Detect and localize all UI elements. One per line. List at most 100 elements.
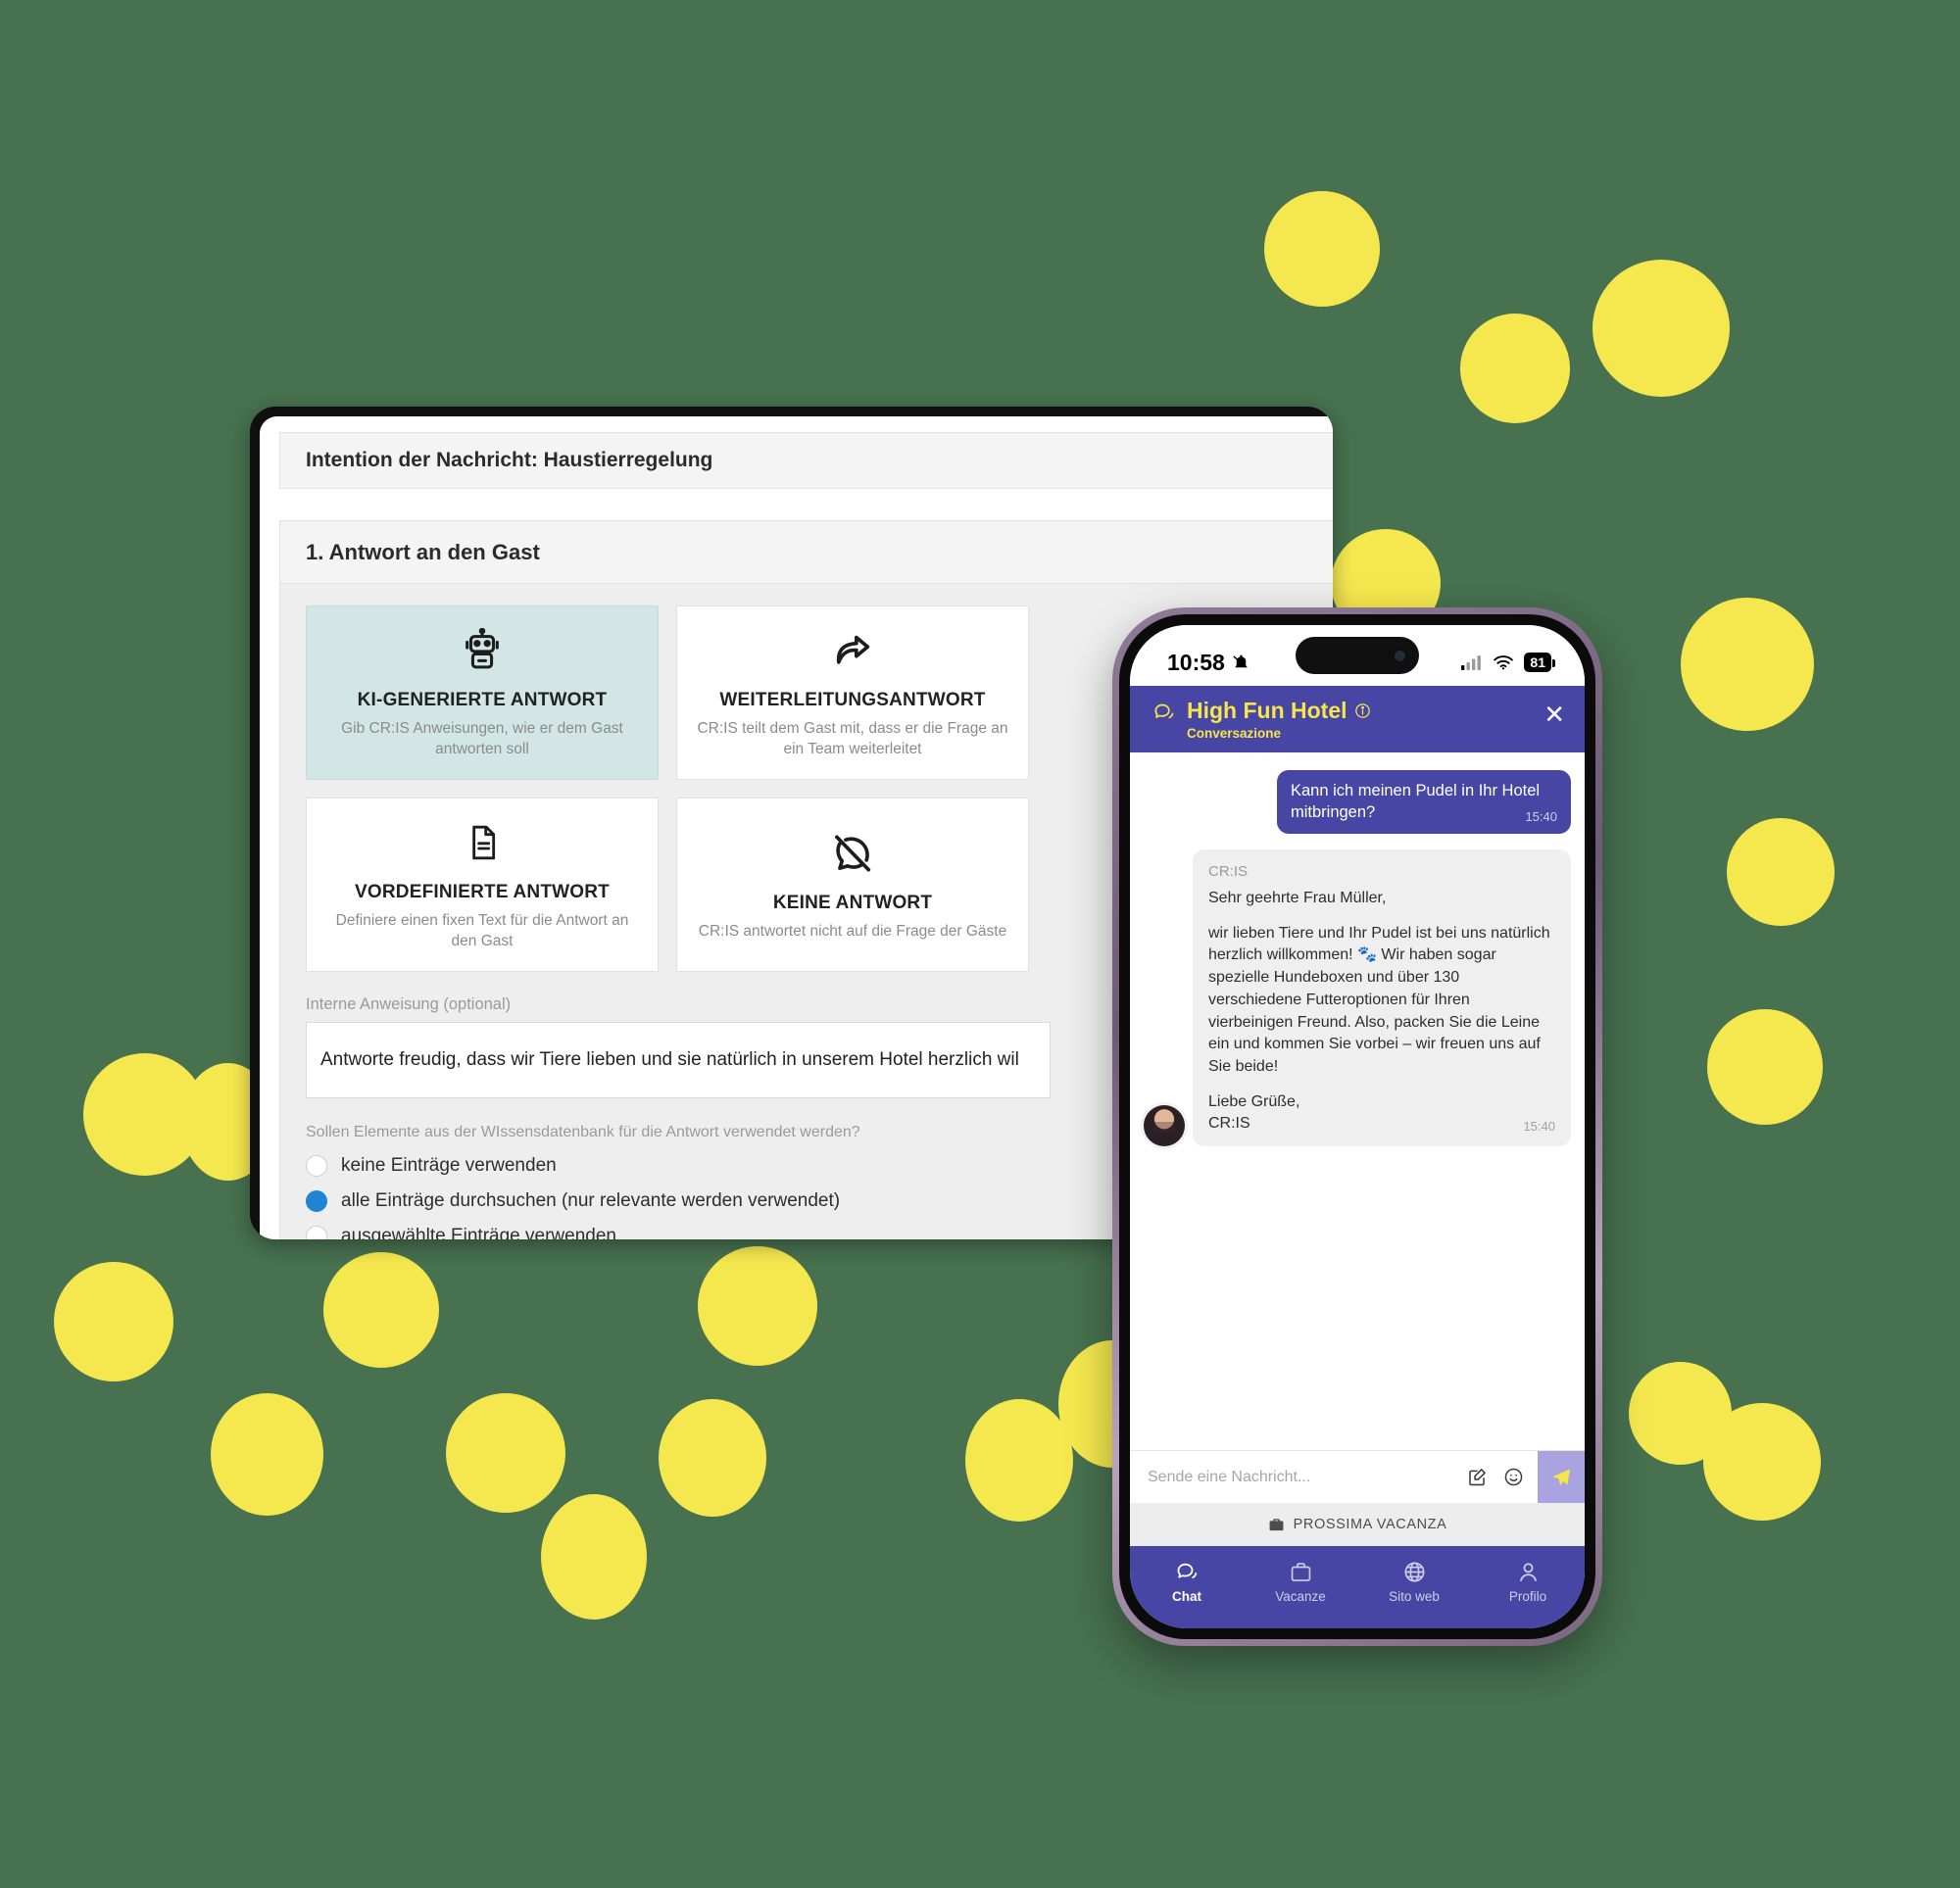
bell-slash-icon xyxy=(1232,654,1250,672)
intent-title: Intention der Nachricht: Haustierregelun… xyxy=(306,449,713,471)
panel-header: 1. Antwort an den Gast xyxy=(280,521,1333,584)
pencil-square-icon[interactable] xyxy=(1467,1467,1488,1487)
message-row-incoming: CR:IS Sehr geehrte Frau Müller, wir lieb… xyxy=(1144,848,1571,1146)
chat-title: High Fun Hotel xyxy=(1187,698,1348,723)
radio-icon-selected[interactable] xyxy=(306,1190,327,1212)
status-time-group: 10:58 xyxy=(1167,650,1250,676)
prossima-vacanza-label: PROSSIMA VACANZA xyxy=(1293,1517,1447,1532)
answer-option-ki-generierte[interactable]: KI-GENERIERTE ANTWORT Gib CR:IS Anweisun… xyxy=(306,605,659,780)
option-desc: CR:IS teilt dem Gast mit, dass er die Fr… xyxy=(697,720,1008,757)
briefcase-icon xyxy=(1289,1560,1313,1584)
tab-vacanze[interactable]: Vacanze xyxy=(1244,1560,1357,1604)
message-timestamp: 15:40 xyxy=(1523,1119,1555,1135)
decorative-dot xyxy=(1592,260,1730,397)
close-icon[interactable]: ✕ xyxy=(1544,698,1565,727)
phone-bezel: 10:58 81 High Fun Hotel Conversazione ✕ … xyxy=(1119,614,1595,1639)
send-button[interactable] xyxy=(1538,1451,1585,1503)
kb-option-label: keine Einträge verwenden xyxy=(341,1155,557,1176)
kb-option-label: alle Einträge durchsuchen (nur relevante… xyxy=(341,1190,841,1211)
send-paper-plane-icon xyxy=(1549,1466,1573,1489)
info-circle-icon[interactable] xyxy=(1354,702,1371,719)
radio-icon[interactable] xyxy=(306,1155,327,1177)
cellular-bars-icon xyxy=(1461,654,1483,670)
decorative-dot xyxy=(1629,1362,1732,1465)
option-desc: Definiere einen fixen Text für die Antwo… xyxy=(335,912,629,949)
chat-header-left: High Fun Hotel Conversazione xyxy=(1152,698,1371,741)
message-timestamp: 15:40 xyxy=(1525,808,1557,824)
kb-option-label: ausgewählte Einträge verwenden xyxy=(341,1226,616,1239)
decorative-dot xyxy=(54,1262,173,1381)
chat-subtitle: Conversazione xyxy=(1187,726,1282,741)
option-title: KEINE ANTWORT xyxy=(772,892,933,913)
option-title: VORDEFINIERTE ANTWORT xyxy=(355,882,610,903)
prossima-vacanza-bar[interactable]: PROSSIMA VACANZA xyxy=(1130,1503,1585,1546)
phone-screen: 10:58 81 High Fun Hotel Conversazione ✕ … xyxy=(1130,625,1585,1628)
decorative-dot xyxy=(446,1393,565,1513)
tab-chat[interactable]: Chat xyxy=(1130,1560,1244,1604)
forward-arrow-icon xyxy=(829,625,876,676)
composer-icons xyxy=(1467,1467,1538,1487)
message-bubble-incoming: CR:IS Sehr geehrte Frau Müller, wir lieb… xyxy=(1193,848,1571,1146)
option-desc: CR:IS antwortet nicht auf die Frage der … xyxy=(698,922,1007,940)
briefcase-icon xyxy=(1268,1517,1285,1533)
chat-title-group: High Fun Hotel Conversazione xyxy=(1187,698,1371,741)
document-icon xyxy=(463,817,502,868)
tab-sito-web[interactable]: Sito web xyxy=(1357,1560,1471,1604)
front-camera-icon xyxy=(1393,648,1407,663)
tab-label: Chat xyxy=(1172,1588,1201,1604)
answer-option-vordefinierte[interactable]: VORDEFINIERTE ANTWORT Definiere einen fi… xyxy=(306,798,659,972)
panel-title: 1. Antwort an den Gast xyxy=(306,539,540,564)
message-composer: Sende eine Nachricht... xyxy=(1130,1450,1585,1503)
intent-bar: Intention der Nachricht: Haustierregelun… xyxy=(279,432,1333,489)
dynamic-island xyxy=(1296,637,1419,674)
chat-title-row: High Fun Hotel xyxy=(1187,698,1371,724)
instruction-value: Antworte freudig, dass wir Tiere lieben … xyxy=(320,1049,1019,1070)
wifi-icon xyxy=(1493,654,1514,670)
person-icon xyxy=(1516,1560,1541,1584)
decorative-dot xyxy=(1707,1009,1823,1125)
robot-icon xyxy=(460,625,505,676)
chat-header: High Fun Hotel Conversazione ✕ xyxy=(1130,686,1585,752)
decorative-dot xyxy=(698,1246,817,1366)
tab-profilo[interactable]: Profilo xyxy=(1471,1560,1585,1604)
decorative-dot xyxy=(323,1252,439,1368)
message-paragraph-1: Sehr geehrte Frau Müller, xyxy=(1208,889,1387,906)
answer-option-keine[interactable]: KEINE ANTWORT CR:IS antwortet nicht auf … xyxy=(676,798,1029,972)
option-desc: Gib CR:IS Anweisungen, wie er dem Gast a… xyxy=(341,720,623,757)
tab-label: Profilo xyxy=(1508,1588,1547,1604)
agent-avatar xyxy=(1144,1104,1185,1146)
decorative-dot xyxy=(659,1399,766,1517)
decorative-dot xyxy=(541,1494,647,1620)
status-indicators: 81 xyxy=(1461,653,1555,672)
status-time: 10:58 xyxy=(1167,649,1225,675)
decorative-dot xyxy=(965,1399,1073,1522)
option-title: KI-GENERIERTE ANTWORT xyxy=(357,690,608,711)
message-paragraph-2: wir lieben Tiere und Ihr Pudel ist bei u… xyxy=(1208,924,1550,1076)
bottom-tab-bar: Chat Vacanze Sito web Profilo xyxy=(1130,1546,1585,1628)
chat-message-list: Kann ich meinen Pudel in Ihr Hotel mitbr… xyxy=(1130,752,1585,1450)
battery-indicator: 81 xyxy=(1524,653,1555,672)
message-row-outgoing: Kann ich meinen Pudel in Ihr Hotel mitbr… xyxy=(1144,770,1571,834)
status-bar: 10:58 81 xyxy=(1130,625,1585,686)
chat-bubbles-icon xyxy=(1152,698,1177,724)
globe-icon xyxy=(1402,1560,1427,1584)
message-sender: CR:IS xyxy=(1208,862,1249,880)
instruction-input[interactable]: Antworte freudig, dass wir Tiere lieben … xyxy=(306,1022,1051,1098)
decorative-dot xyxy=(1460,314,1570,423)
message-bubble-outgoing: Kann ich meinen Pudel in Ihr Hotel mitbr… xyxy=(1277,770,1571,834)
tab-label: Vacanze xyxy=(1275,1588,1326,1604)
radio-icon[interactable] xyxy=(306,1226,327,1239)
decorative-dot xyxy=(1727,818,1835,926)
no-reply-icon xyxy=(829,828,876,879)
chat-bubbles-icon xyxy=(1174,1560,1200,1584)
smiley-icon[interactable] xyxy=(1503,1467,1524,1487)
phone-device: 10:58 81 High Fun Hotel Conversazione ✕ … xyxy=(1112,607,1602,1646)
decorative-dot xyxy=(1681,598,1814,731)
message-input[interactable]: Sende eine Nachricht... xyxy=(1130,1469,1467,1486)
answer-option-weiterleitung[interactable]: WEITERLEITUNGSANTWORT CR:IS teilt dem Ga… xyxy=(676,605,1029,780)
decorative-dot xyxy=(211,1393,323,1516)
poster-stage: Intention der Nachricht: Haustierregelun… xyxy=(0,0,1960,1888)
decorative-dot xyxy=(1264,191,1380,307)
tab-label: Sito web xyxy=(1389,1588,1440,1604)
option-title: WEITERLEITUNGSANTWORT xyxy=(719,690,986,711)
